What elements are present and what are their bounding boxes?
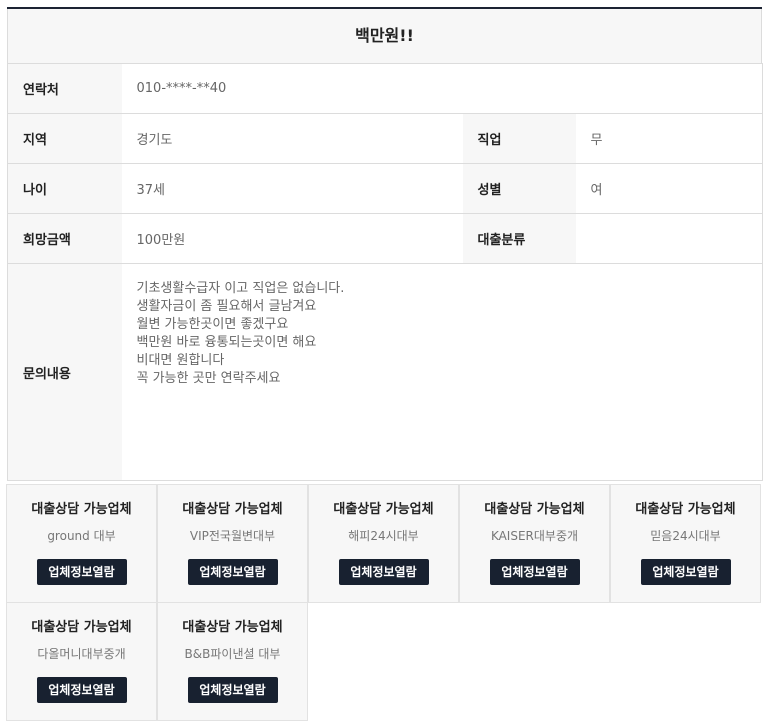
company-card-heading: 대출상담 가능업체 <box>31 502 132 517</box>
inquiry-line: 꼭 가능한 곳만 연락주세요 <box>136 371 281 386</box>
view-company-info-button[interactable]: 업체정보열람 <box>36 677 127 703</box>
loan-type-value <box>575 213 763 264</box>
company-name: 해피24시대부 <box>348 529 419 543</box>
row-contact: 연락처 010-****-**40 <box>7 63 763 114</box>
inquiry-line: 비대면 원합니다 <box>136 353 225 368</box>
view-company-info-button[interactable]: 업체정보열람 <box>187 677 278 703</box>
row-region-job: 지역 경기도 직업 무 <box>7 113 763 164</box>
row-amount-loantype: 희망금액 100만원 대출분류 <box>7 213 763 264</box>
inquiry-line: 백만원 바로 융통되는곳이면 해요 <box>136 335 317 350</box>
post-detail: 백만원!! 연락처 010-****-**40 지역 경기도 직업 무 나이 3… <box>7 0 764 481</box>
view-company-info-button[interactable]: 업체정보열람 <box>338 559 429 585</box>
job-label: 직업 <box>462 113 576 164</box>
amount-label: 희망금액 <box>7 213 122 264</box>
gender-value: 여 <box>575 163 763 214</box>
post-info-table: 연락처 010-****-**40 지역 경기도 직업 무 나이 37세 성별 … <box>7 63 764 481</box>
contact-label: 연락처 <box>7 63 122 114</box>
company-name: KAISER대부중개 <box>490 529 579 543</box>
age-label: 나이 <box>7 163 122 214</box>
loan-type-label: 대출분류 <box>462 213 576 264</box>
view-company-info-button[interactable]: 업체정보열람 <box>489 559 580 585</box>
company-name: 믿음24시대부 <box>650 529 721 543</box>
company-card-heading: 대출상담 가능업체 <box>31 620 132 635</box>
view-company-info-button[interactable]: 업체정보열람 <box>36 559 127 585</box>
inquiry-line: 월변 가능한곳이면 좋겠구요 <box>136 317 289 332</box>
company-name: B&B파이낸셜 대부 <box>184 647 281 661</box>
company-card-heading: 대출상담 가능업체 <box>182 502 283 517</box>
inquiry-label: 문의내용 <box>7 263 122 481</box>
company-card-happy24: 대출상담 가능업체 해피24시대부 업체정보열람 <box>308 484 459 603</box>
company-card-kaiser: 대출상담 가능업체 KAISER대부중개 업체정보열람 <box>459 484 610 603</box>
gender-label: 성별 <box>462 163 576 214</box>
company-name: 다올머니대부중개 <box>37 647 126 661</box>
row-inquiry: 문의내용 기초생활수급자 이고 직업은 없습니다. 생활자금이 좀 필요해서 글… <box>7 263 763 481</box>
company-card-mideum24: 대출상담 가능업체 믿음24시대부 업체정보열람 <box>610 484 761 603</box>
row-age-gender: 나이 37세 성별 여 <box>7 163 763 214</box>
company-card-heading: 대출상담 가능업체 <box>484 502 585 517</box>
company-name: ground 대부 <box>47 529 116 543</box>
company-list: 대출상담 가능업체 ground 대부 업체정보열람 대출상담 가능업체 VIP… <box>6 484 763 721</box>
contact-value: 010-****-**40 <box>121 63 763 114</box>
inquiry-line: 생활자금이 좀 필요해서 글남겨요 <box>136 299 317 314</box>
job-value: 무 <box>575 113 763 164</box>
post-title: 백만원!! <box>7 9 762 63</box>
company-card-heading: 대출상담 가능업체 <box>182 620 283 635</box>
inquiry-line: 기초생활수급자 이고 직업은 없습니다. <box>136 281 345 296</box>
company-card-heading: 대출상담 가능업체 <box>635 502 736 517</box>
region-label: 지역 <box>7 113 122 164</box>
amount-value: 100만원 <box>121 213 463 264</box>
region-value: 경기도 <box>121 113 463 164</box>
view-company-info-button[interactable]: 업체정보열람 <box>187 559 278 585</box>
company-card-heading: 대출상담 가능업체 <box>333 502 434 517</box>
company-card-vip: 대출상담 가능업체 VIP전국월변대부 업체정보열람 <box>157 484 308 603</box>
age-value: 37세 <box>121 163 463 214</box>
view-company-info-button[interactable]: 업체정보열람 <box>640 559 731 585</box>
inquiry-content: 기초생활수급자 이고 직업은 없습니다. 생활자금이 좀 필요해서 글남겨요 월… <box>121 263 763 481</box>
company-card-daolmoney: 대출상담 가능업체 다올머니대부중개 업체정보열람 <box>6 602 157 721</box>
company-name: VIP전국월변대부 <box>189 529 276 543</box>
company-card-bnb: 대출상담 가능업체 B&B파이낸셜 대부 업체정보열람 <box>157 602 308 721</box>
company-card-ground: 대출상담 가능업체 ground 대부 업체정보열람 <box>6 484 157 603</box>
